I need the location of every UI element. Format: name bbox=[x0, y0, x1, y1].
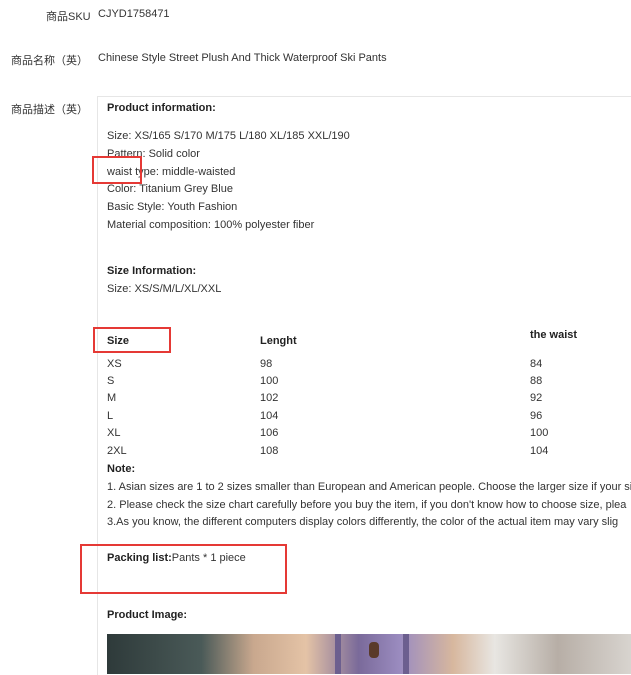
table-cell: XL bbox=[107, 427, 121, 439]
table-cell: M bbox=[107, 392, 117, 404]
highlight-packing-list bbox=[80, 544, 287, 594]
table-cell: XS bbox=[107, 358, 122, 370]
table-cell: 104 bbox=[530, 445, 549, 457]
product-description-label: 商品描述（英） bbox=[11, 104, 88, 116]
table-cell: 96 bbox=[530, 410, 543, 422]
product-image-title: Product Image: bbox=[107, 609, 188, 621]
table-cell: 108 bbox=[260, 445, 279, 457]
table-cell: 100 bbox=[530, 427, 549, 439]
note-line-1: 1. Asian sizes are 1 to 2 sizes smaller … bbox=[107, 481, 631, 493]
product-name-label: 商品名称（英） bbox=[11, 55, 88, 67]
product-name-value: Chinese Style Street Plush And Thick Wat… bbox=[98, 52, 387, 64]
sku-label: 商品SKU bbox=[46, 11, 91, 23]
table-cell: S bbox=[107, 375, 115, 387]
info-line-material: Material composition: 100% polyester fib… bbox=[107, 219, 315, 231]
table-cell: 106 bbox=[260, 427, 279, 439]
table-cell: 88 bbox=[530, 375, 543, 387]
info-line-color: Color: Titanium Grey Blue bbox=[107, 183, 233, 195]
sku-value: CJYD1758471 bbox=[98, 8, 170, 20]
table-header-length: Lenght bbox=[260, 335, 297, 347]
highlight-size-header bbox=[93, 327, 171, 353]
size-info-line: Size: XS/S/M/L/XL/XXL bbox=[107, 283, 222, 295]
info-line-size: Size: XS/165 S/170 M/175 L/180 XL/185 XX… bbox=[107, 130, 350, 142]
product-info-title: Product information: bbox=[107, 102, 216, 114]
table-cell: 102 bbox=[260, 392, 279, 404]
note-line-3: 3.As you know, the different computers d… bbox=[107, 516, 619, 528]
table-cell: 84 bbox=[530, 358, 543, 370]
product-image bbox=[107, 634, 631, 674]
table-cell: 92 bbox=[530, 392, 543, 404]
table-cell: 2XL bbox=[107, 445, 127, 457]
highlight-waist-type bbox=[92, 156, 142, 184]
info-line-style: Basic Style: Youth Fashion bbox=[107, 201, 238, 213]
size-info-title: Size Information: bbox=[107, 265, 197, 277]
table-cell: 104 bbox=[260, 410, 279, 422]
note-title: Note: bbox=[107, 463, 136, 475]
note-line-2: 2. Please check the size chart carefully… bbox=[107, 499, 627, 511]
table-cell: 98 bbox=[260, 358, 273, 370]
table-cell: L bbox=[107, 410, 114, 422]
table-header-waist: the waist bbox=[530, 329, 578, 341]
table-cell: 100 bbox=[260, 375, 279, 387]
